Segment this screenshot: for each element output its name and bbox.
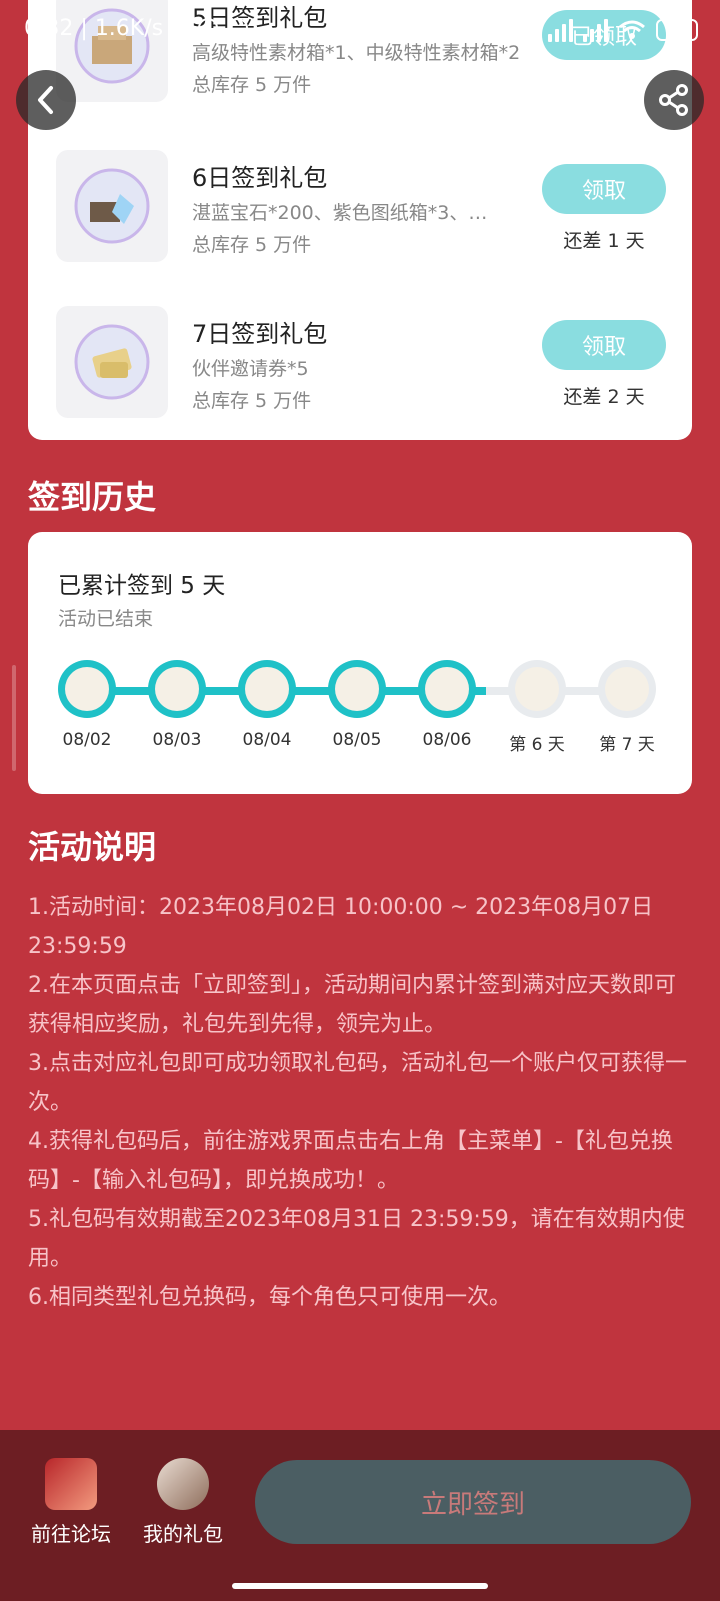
- message-icon: [228, 18, 248, 38]
- claim-button[interactable]: 领取: [542, 164, 666, 214]
- my-gift-avatar: [157, 1458, 209, 1510]
- status-time: 0:32 | 1.6K/s: [24, 16, 164, 41]
- gift-title: 6日签到礼包: [192, 164, 328, 192]
- battery-icon: 82: [656, 19, 698, 41]
- timeline-node-day7: [598, 660, 656, 718]
- scroll-indicator: [12, 665, 16, 771]
- forum-label: 前往论坛: [31, 1522, 111, 1546]
- gift-item-day7[interactable]: 7日签到礼包 伙伴邀请券*5 总库存 5 万件 领取 还差 2 天: [56, 306, 666, 418]
- timeline-node-day2: [148, 660, 206, 718]
- signal-icon: [548, 18, 573, 42]
- gift-list-card: 5日签到礼包 高级特性素材箱*1、中级特性素材箱*2 总库存 5 万件 已领取 …: [28, 0, 692, 440]
- signin-button[interactable]: 立即签到: [255, 1460, 691, 1544]
- forum-avatar: [45, 1458, 97, 1510]
- timeline-label: 第 6 天: [509, 735, 565, 755]
- status-bar: 0:32 | 1.6K/s 82: [0, 0, 720, 64]
- signin-count: 已累计签到 5 天: [58, 573, 226, 599]
- alarm-icon: [168, 18, 188, 38]
- rules-text: 1.活动时间：2023年08月02日 10:00:00 ~ 2023年08月07…: [28, 888, 696, 1317]
- wifi-icon: [619, 20, 645, 39]
- my-gift-tab[interactable]: 我的礼包: [128, 1458, 238, 1547]
- share-icon: [659, 84, 688, 116]
- activity-status: 活动已结束: [58, 608, 154, 630]
- gem-chest-icon: [74, 168, 150, 244]
- share-button[interactable]: [644, 70, 704, 130]
- chevron-left-icon: [38, 86, 53, 114]
- timeline-label: 08/04: [242, 730, 292, 750]
- gift-stock: 总库存 5 万件: [192, 74, 312, 96]
- status-notification-icons: [168, 18, 248, 38]
- rule-item: 5.礼包码有效期截至2023年08月31日 23:59:59，请在有效期内使用。: [28, 1207, 685, 1271]
- gift-thumbnail: [56, 150, 168, 262]
- timeline-node-day6: [508, 660, 566, 718]
- timeline-node-day1: [58, 660, 116, 718]
- status-right-icons: 82: [548, 18, 698, 42]
- timeline-label: 08/02: [62, 730, 112, 750]
- rule-item: 2.在本页面点击「立即签到」，活动期间内累计签到满对应天数即可获得相应奖励，礼包…: [28, 973, 676, 1037]
- timeline-node-day4: [328, 660, 386, 718]
- gift-item-day6[interactable]: 6日签到礼包 湛蓝宝石*200、紫色图纸箱*3、… 总库存 5 万件 领取 还差…: [56, 150, 666, 262]
- timeline-label: 08/03: [152, 730, 202, 750]
- gift-desc: 湛蓝宝石*200、紫色图纸箱*3、…: [192, 202, 488, 224]
- rules-section-title: 活动说明: [28, 828, 157, 866]
- history-section-title: 签到历史: [28, 478, 157, 516]
- gift-thumbnail: [56, 306, 168, 418]
- signal-icon-2: [583, 18, 608, 42]
- gift-desc: 伙伴邀请券*5: [192, 358, 309, 380]
- timeline-label: 08/06: [422, 730, 472, 750]
- days-remaining: 还差 1 天: [563, 230, 645, 252]
- timeline-label: 08/05: [332, 730, 382, 750]
- rule-item: 6.相同类型礼包兑换码，每个角色只可使用一次。: [28, 1285, 511, 1310]
- claim-button[interactable]: 领取: [542, 320, 666, 370]
- days-remaining: 还差 2 天: [563, 386, 645, 408]
- qq-icon: [198, 18, 218, 38]
- ticket-icon: [74, 324, 150, 400]
- my-gift-label: 我的礼包: [143, 1522, 223, 1546]
- back-button[interactable]: [16, 70, 76, 130]
- timeline-label: 第 7 天: [599, 735, 655, 755]
- forum-tab[interactable]: 前往论坛: [16, 1458, 126, 1547]
- timeline-node-day5: [418, 660, 476, 718]
- rule-item: 4.获得礼包码后，前往游戏界面点击右上角【主菜单】-【礼包兑换码】-【输入礼包码…: [28, 1129, 673, 1193]
- gift-title: 7日签到礼包: [192, 320, 328, 348]
- timeline-node-day3: [238, 660, 296, 718]
- rule-item: 3.点击对应礼包即可成功领取礼包码，活动礼包一个账户仅可获得一次。: [28, 1051, 687, 1115]
- gift-stock: 总库存 5 万件: [192, 390, 312, 412]
- history-card: 已累计签到 5 天 活动已结束 08/02 08/03 08/04 08/05 …: [28, 532, 692, 794]
- bottom-bar: 前往论坛 我的礼包 立即签到: [0, 1430, 720, 1601]
- gift-stock: 总库存 5 万件: [192, 234, 312, 256]
- home-indicator[interactable]: [232, 1583, 488, 1589]
- rule-item: 1.活动时间：2023年08月02日 10:00:00 ~ 2023年08月07…: [28, 895, 654, 959]
